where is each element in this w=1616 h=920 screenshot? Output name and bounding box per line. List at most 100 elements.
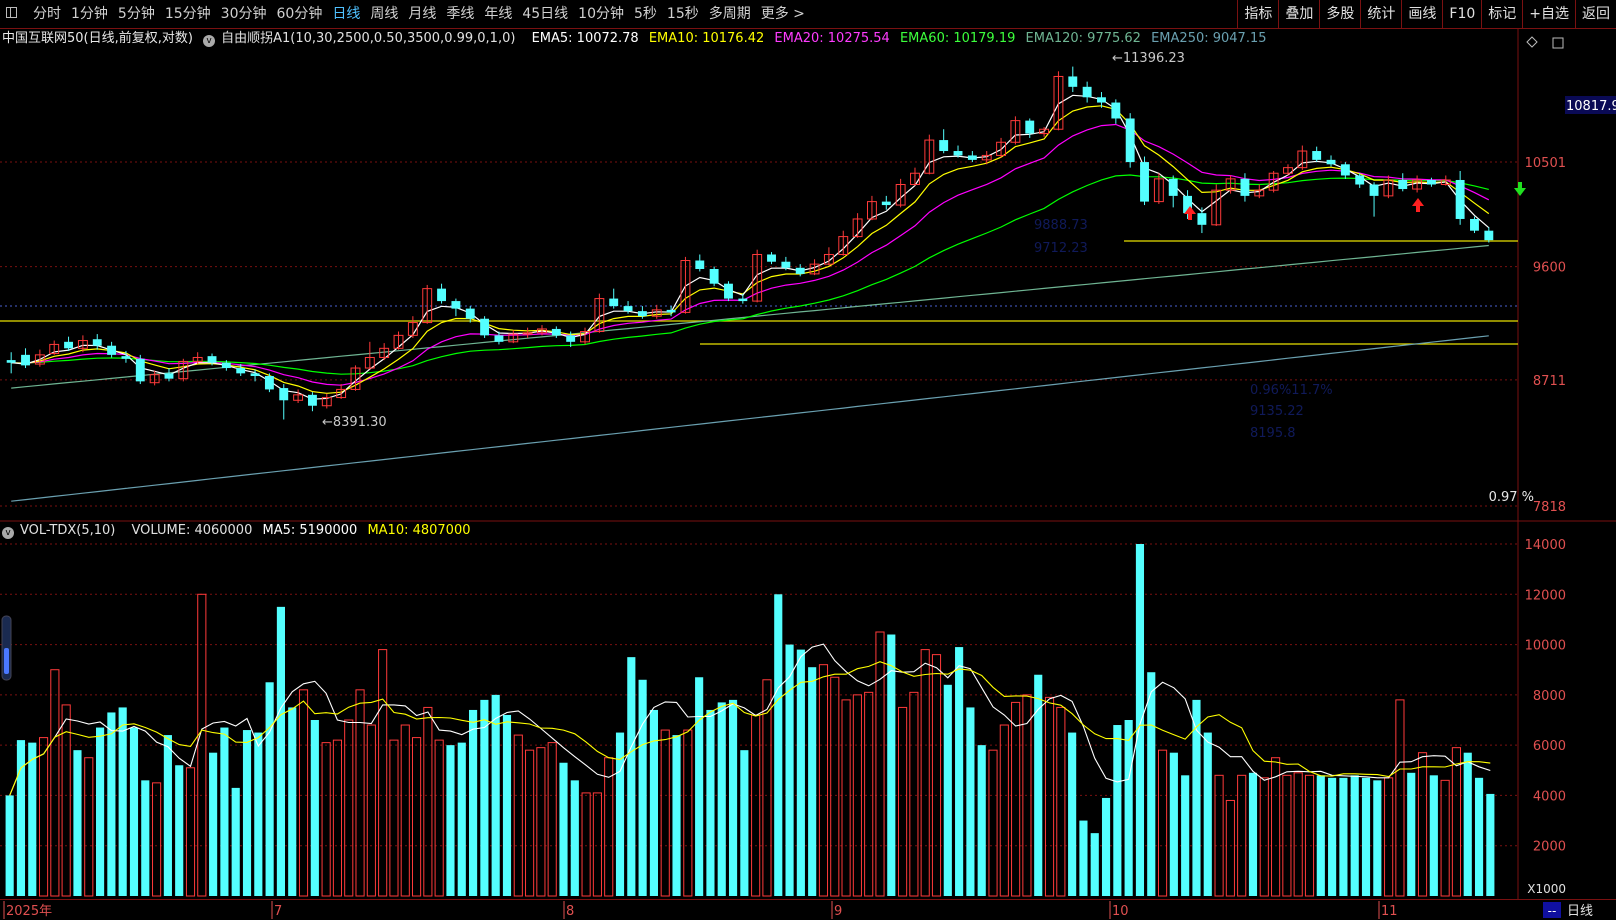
volume-bar	[400, 724, 410, 897]
volume-bar	[988, 749, 998, 897]
candle-body	[451, 301, 461, 309]
volume-bar	[389, 739, 399, 897]
candle-body	[121, 356, 131, 359]
volume-bar	[808, 667, 817, 896]
candle-body	[6, 360, 16, 363]
volume-bar	[1486, 793, 1495, 896]
volume-bar	[1361, 777, 1371, 896]
ema10-line	[11, 105, 1490, 394]
volume-bar	[1463, 752, 1472, 896]
volume-bar	[1407, 772, 1416, 896]
faint-label: 0.96%11.7%	[1250, 383, 1333, 398]
volume-bar	[1293, 772, 1303, 897]
candle-body	[207, 356, 217, 363]
candle-body	[437, 288, 447, 302]
volume-bar	[118, 707, 127, 896]
volume-bar	[84, 757, 94, 897]
volume-bar	[1350, 775, 1359, 896]
candle-body	[724, 283, 733, 299]
candle-body	[264, 376, 274, 390]
volume-bar	[366, 724, 376, 897]
volume-bar	[638, 679, 647, 896]
candle-body	[939, 140, 949, 152]
volume-bar	[50, 669, 60, 897]
volume-bar	[107, 712, 116, 896]
candle-body	[623, 306, 633, 312]
volume-bar	[1135, 544, 1145, 896]
volume-bar	[604, 757, 614, 897]
volume-bar	[276, 606, 285, 896]
candle-body	[1097, 97, 1106, 103]
candle-body	[1240, 178, 1250, 196]
volume-bar	[581, 792, 591, 897]
candle-body	[236, 368, 246, 374]
candle-body	[953, 151, 963, 156]
volume-bar	[1068, 732, 1077, 896]
candle-body	[1111, 102, 1121, 119]
volume-bar	[163, 735, 172, 896]
volume-bar	[480, 699, 489, 896]
volume-bar	[649, 709, 658, 896]
maximize-icon	[1552, 37, 1564, 49]
volume-bar	[1451, 747, 1462, 897]
volume-bar	[547, 742, 557, 897]
volume-bar	[344, 719, 354, 897]
candle-body	[1326, 159, 1336, 165]
volume-ma10-line	[9, 661, 1491, 796]
volume-bar	[864, 691, 874, 897]
candle-body	[1470, 218, 1479, 231]
volume-bar	[1169, 752, 1178, 896]
volume-bar	[152, 782, 162, 897]
current-price-label: 10817.9	[1566, 99, 1616, 114]
volume-bar	[830, 676, 840, 897]
candle-body	[1025, 120, 1035, 134]
volume-bar	[1079, 820, 1088, 896]
volume-bar	[298, 689, 309, 897]
volume-bar	[1011, 701, 1021, 897]
volume-bar	[660, 729, 670, 897]
volume-bar	[931, 654, 942, 897]
volume-bar	[1417, 752, 1428, 897]
faint-label: 9888.73	[1034, 218, 1088, 233]
volume-bar	[469, 709, 478, 896]
volume-bar	[502, 714, 512, 896]
volume-bar	[1113, 725, 1122, 896]
price-tick-label: 9600	[1533, 261, 1566, 276]
volume-bar	[378, 649, 388, 897]
volume-bar	[1248, 772, 1258, 896]
volume-bar	[966, 707, 975, 896]
volume-bar	[1147, 672, 1156, 896]
volume-bar	[288, 707, 297, 896]
volume-bar	[536, 747, 546, 897]
candle-body	[1168, 178, 1178, 196]
volume-ma5-line	[9, 643, 1491, 796]
volume-bar	[1373, 780, 1382, 896]
candle-body	[1369, 184, 1379, 196]
volume-bar	[818, 664, 829, 897]
volume-bar	[28, 742, 37, 896]
volume-bar	[1328, 777, 1337, 896]
volume-bar	[1044, 696, 1055, 897]
volume-bar	[96, 727, 105, 896]
volume-bar	[1214, 774, 1224, 897]
candle-body	[1082, 86, 1092, 98]
volume-tick-label: 12000	[1525, 588, 1566, 603]
volume-bar	[683, 729, 693, 897]
candle-body	[279, 388, 289, 401]
price-tick-label: 8711	[1533, 374, 1566, 389]
volume-bar	[129, 727, 139, 896]
volume-bar	[1316, 775, 1325, 896]
candle-body	[551, 328, 561, 336]
volume-bar	[220, 727, 229, 896]
faint-label: 9135.22	[1250, 404, 1304, 419]
percent-label: 0.97 %	[1489, 490, 1534, 505]
volume-bar	[141, 780, 150, 896]
volume-bar	[1237, 774, 1247, 897]
ema5-line	[11, 94, 1490, 400]
volume-bar	[491, 694, 500, 896]
candlestick-chart[interactable]: 10501 9600 8711 7818 10817.9 14000 12000 10000 8…	[0, 0, 1616, 919]
volume-bar	[175, 765, 184, 896]
volume-bar	[1395, 699, 1405, 897]
volume-tick-label: 10000	[1525, 639, 1566, 654]
candle-body	[967, 155, 977, 160]
